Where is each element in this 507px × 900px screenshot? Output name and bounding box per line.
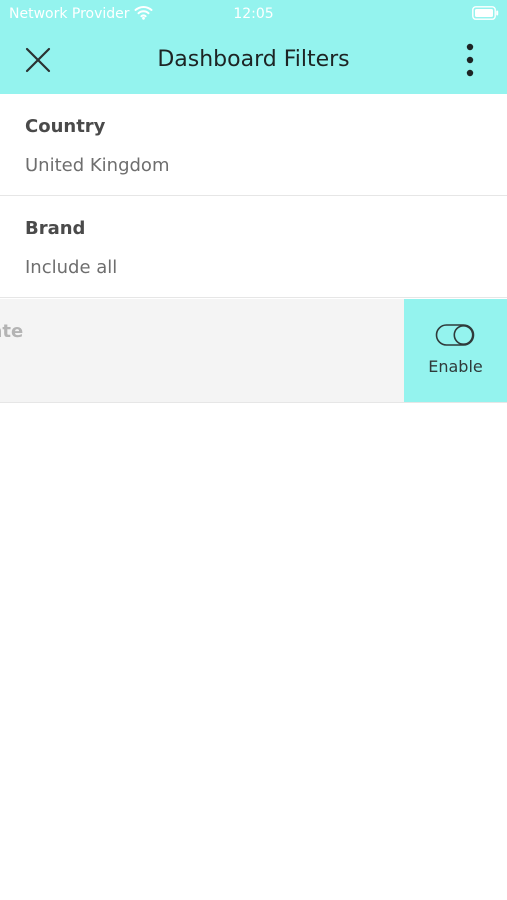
more-vertical-icon (466, 43, 474, 77)
enable-action-label: Enable (428, 357, 483, 376)
page-title: Dashboard Filters (157, 47, 350, 72)
filter-label: Brand (25, 218, 86, 239)
filter-label: Country (25, 116, 106, 137)
filter-row-date-swiped[interactable]: in Date nth (0, 299, 507, 403)
enable-swipe-action[interactable] (404, 299, 507, 402)
battery-icon (472, 6, 499, 20)
filter-value: United Kingdom (25, 155, 170, 176)
filter-row-country[interactable]: Country United Kingdom (0, 94, 507, 196)
filter-row-date-content[interactable]: in Date nth (0, 299, 405, 402)
filter-row-brand[interactable]: Brand Include all (0, 196, 507, 298)
more-options-button[interactable] (452, 40, 488, 80)
status-time: 12:05 (233, 6, 274, 22)
dashboard-filters-screen: Network Provider 12:05 Dashboard Filters (0, 0, 507, 900)
toggle-icon (435, 324, 475, 346)
header-bar: Network Provider 12:05 Dashboard Filters (0, 0, 507, 94)
status-bar: Network Provider 12:05 (0, 0, 507, 28)
filter-value: Include all (25, 257, 118, 278)
filter-label: in Date (0, 321, 24, 342)
